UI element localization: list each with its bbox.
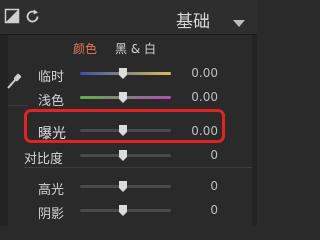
- slider-label-shadows: 阴影: [38, 207, 65, 222]
- eyedropper-icon[interactable]: [6, 72, 22, 94]
- shadows-slider-thumb[interactable]: [119, 205, 127, 216]
- tint-slider-thumb[interactable]: [119, 92, 127, 103]
- scrollbar[interactable]: [252, 35, 257, 226]
- shadows-value[interactable]: 0: [178, 203, 218, 217]
- slider-label-contrast: 对比度: [24, 152, 64, 167]
- slider-label-tint: 浅色: [38, 94, 65, 109]
- tint-value[interactable]: 0.00: [178, 90, 218, 104]
- reset-icon[interactable]: [24, 8, 41, 29]
- temp-value[interactable]: 0.00: [178, 66, 218, 80]
- divider: [8, 105, 28, 106]
- view-toggle-icon[interactable]: [4, 8, 20, 28]
- highlights-slider-thumb[interactable]: [119, 181, 127, 192]
- panel-title: 基础: [176, 12, 210, 32]
- dropdown-arrow-icon[interactable]: [233, 13, 245, 32]
- left-rail: [0, 35, 8, 226]
- contrast-value[interactable]: 0: [178, 148, 218, 162]
- tab-black-white[interactable]: 黑 & 白: [115, 40, 156, 57]
- panel-header: 基础: [0, 0, 257, 35]
- highlight-box: [24, 109, 225, 143]
- slider-label-highlights: 高光: [38, 183, 65, 198]
- tab-color[interactable]: 颜色: [73, 40, 97, 57]
- highlights-value[interactable]: 0: [178, 179, 218, 193]
- contrast-slider-thumb[interactable]: [119, 150, 127, 161]
- slider-label-temp: 临时: [38, 70, 65, 85]
- temp-slider-thumb[interactable]: [119, 68, 127, 79]
- divider: [24, 167, 252, 168]
